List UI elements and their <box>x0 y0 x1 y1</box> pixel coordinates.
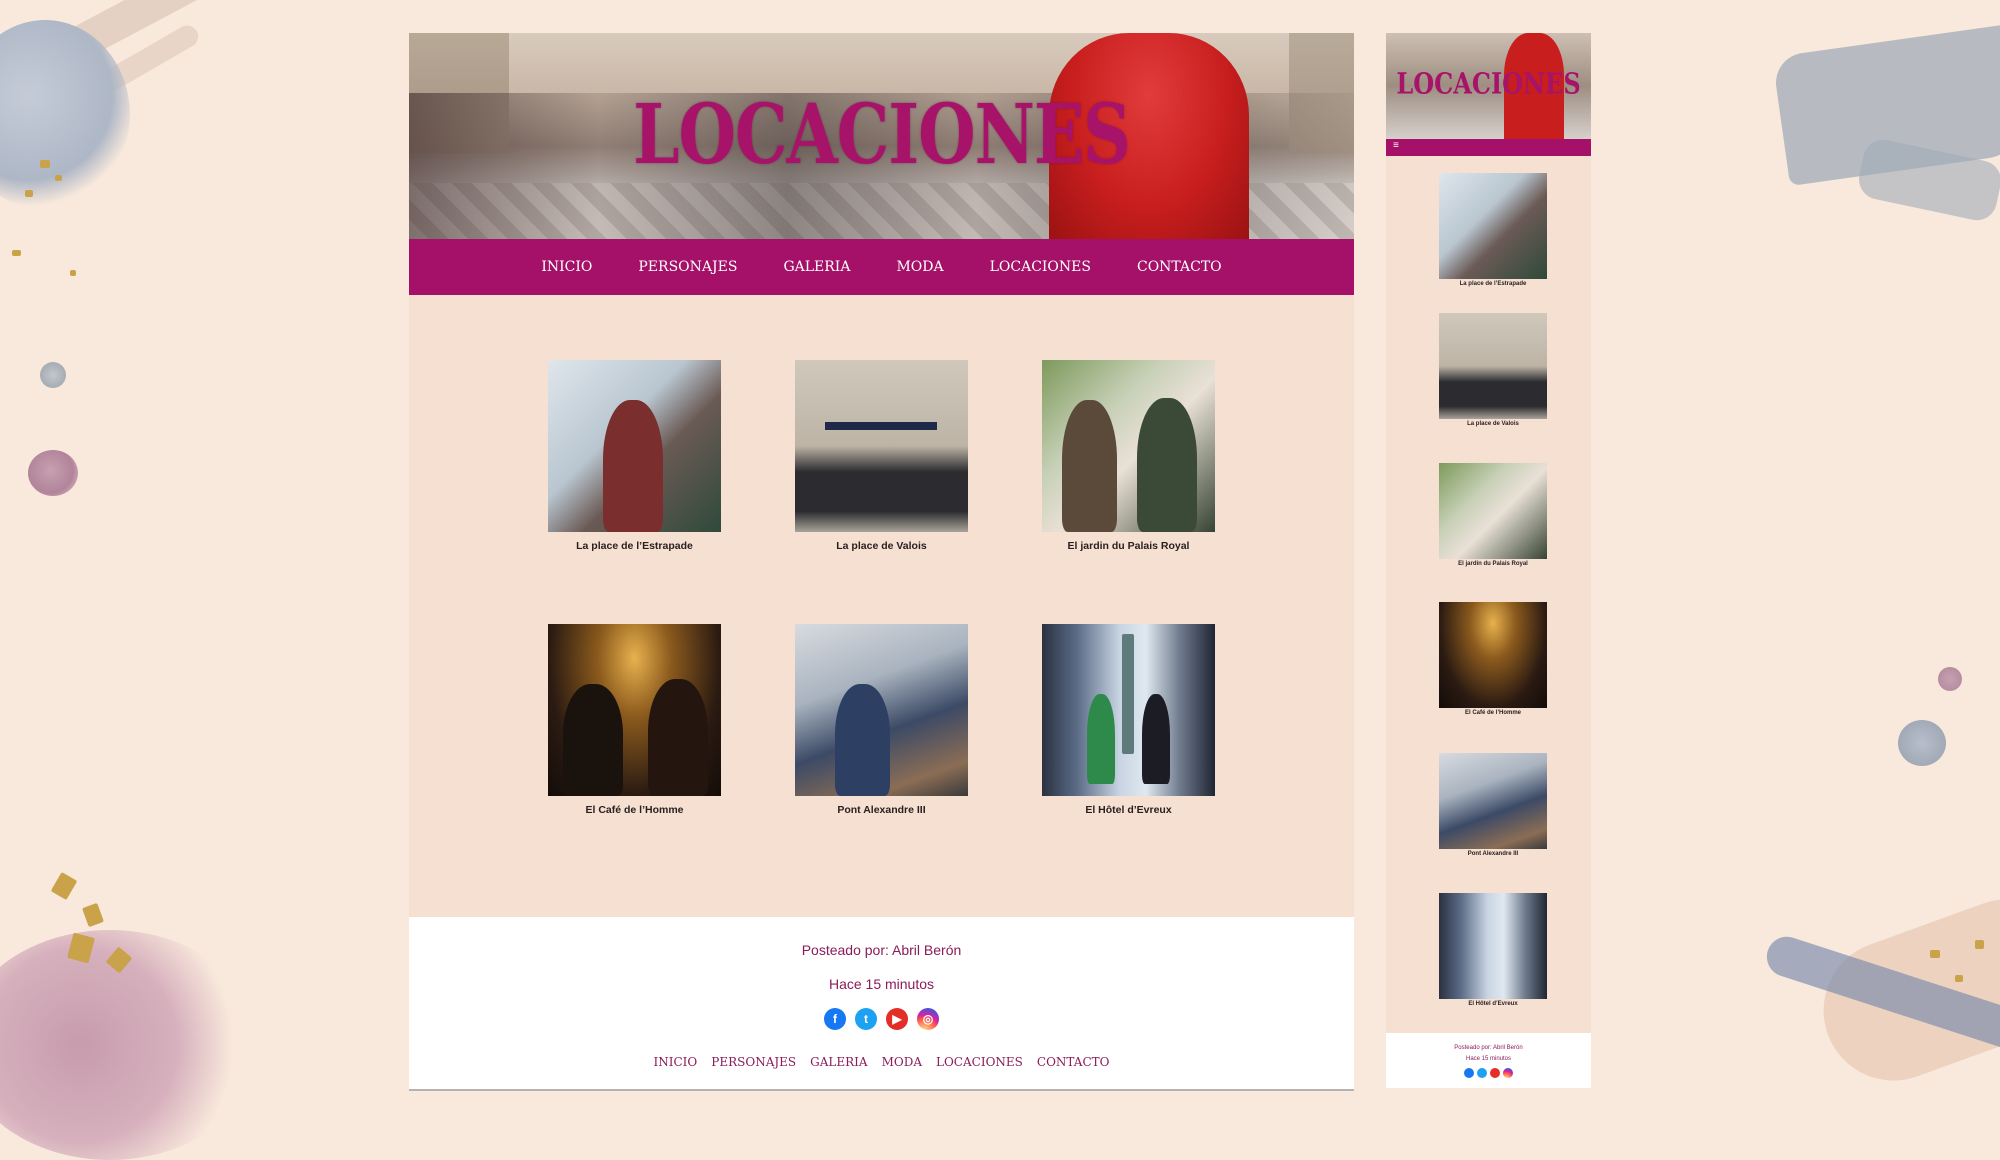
mobile-location-card[interactable]: El Hôtel d’Evreux <box>1439 893 1547 1007</box>
social-links <box>1386 1068 1591 1078</box>
decorative-gold-fleck <box>50 871 78 901</box>
post-time: Hace 15 minutos <box>1465 1056 1512 1062</box>
decorative-gold-fleck <box>55 175 62 181</box>
footer-nav: INICIO PERSONAJES GALERIA MODA LOCACIONE… <box>409 1055 1354 1069</box>
footer-nav-galeria[interactable]: GALERIA <box>810 1055 867 1069</box>
location-photo[interactable] <box>1439 602 1547 708</box>
footer-nav-contacto[interactable]: CONTACTO <box>1037 1055 1110 1069</box>
location-caption: El Hôtel d’Evreux <box>1085 804 1172 816</box>
twitter-icon[interactable] <box>1477 1068 1487 1078</box>
nav-item-locaciones[interactable]: LOCACIONES <box>990 259 1091 275</box>
mobile-footer: Posteado por: Abril Berón Hace 15 minuto… <box>1386 1033 1591 1088</box>
location-caption: La place de l’Estrapade <box>576 540 693 552</box>
nav-item-moda[interactable]: MODA <box>896 259 943 275</box>
location-photo[interactable] <box>795 624 968 796</box>
location-caption: La place de l’Estrapade <box>1459 281 1527 287</box>
main-nav: INICIO PERSONAJES GALERIA MODA LOCACIONE… <box>409 239 1354 295</box>
nav-item-contacto[interactable]: CONTACTO <box>1137 259 1222 275</box>
mobile-hero-banner: LOCACIONES <box>1386 33 1591 139</box>
location-caption: El Hôtel d’Evreux <box>1468 1001 1518 1007</box>
location-photo[interactable] <box>1042 360 1215 532</box>
posted-by: Posteado por: Abril Berón <box>1454 1045 1523 1051</box>
mobile-nav-bar: ≡ <box>1386 139 1591 156</box>
mobile-location-card[interactable]: La place de Valois <box>1439 313 1547 427</box>
location-caption: La place de Valois <box>1467 421 1519 427</box>
social-links: f t ▶ ◎ <box>409 1008 1354 1030</box>
location-caption: La place de Valois <box>836 540 927 552</box>
location-photo[interactable] <box>1439 463 1547 559</box>
location-caption: Pont Alexandre III <box>837 804 926 816</box>
decorative-gold-fleck <box>82 902 104 928</box>
decorative-gold-fleck <box>1955 975 1963 982</box>
decorative-gold-fleck <box>25 190 33 197</box>
location-card[interactable]: El Hôtel d’Evreux <box>1042 624 1215 816</box>
location-photo[interactable] <box>1042 624 1215 796</box>
location-caption: El jardin du Palais Royal <box>1067 540 1190 552</box>
location-card[interactable]: El jardin du Palais Royal <box>1042 360 1215 552</box>
decorative-dot <box>28 450 78 496</box>
youtube-icon[interactable]: ▶ <box>886 1008 908 1030</box>
hamburger-menu-icon[interactable]: ≡ <box>1393 140 1399 151</box>
decorative-dot <box>1898 720 1946 766</box>
location-caption: El Café de l’Homme <box>1464 710 1521 716</box>
decorative-watercolor-blob <box>0 930 260 1160</box>
location-card[interactable]: La place de Valois <box>795 360 968 552</box>
location-caption: Pont Alexandre III <box>1467 851 1519 857</box>
facebook-icon[interactable]: f <box>824 1008 846 1030</box>
location-photo[interactable] <box>548 360 721 532</box>
nav-item-personajes[interactable]: PERSONAJES <box>638 259 737 275</box>
mobile-location-card[interactable]: El jardin du Palais Royal <box>1439 463 1547 567</box>
location-photo[interactable] <box>548 624 721 796</box>
mobile-page-title: LOCACIONES <box>1396 66 1581 101</box>
decorative-gold-fleck <box>70 270 76 276</box>
footer-nav-locaciones[interactable]: LOCACIONES <box>936 1055 1023 1069</box>
location-caption: El jardin du Palais Royal <box>1458 561 1528 567</box>
decorative-gold-fleck <box>1930 950 1940 958</box>
location-photo[interactable] <box>1439 753 1547 849</box>
posted-by: Posteado por: Abril Berón <box>801 942 962 958</box>
footer-nav-inicio[interactable]: INICIO <box>654 1055 698 1069</box>
location-photo[interactable] <box>795 360 968 532</box>
post-time: Hace 15 minutos <box>828 976 935 992</box>
footer-divider <box>409 1089 1354 1091</box>
instagram-icon[interactable] <box>1503 1068 1513 1078</box>
mobile-preview: LOCACIONES ≡ La place de l’Estrapade La … <box>1386 33 1591 1088</box>
instagram-icon[interactable]: ◎ <box>917 1008 939 1030</box>
location-caption: El Café de l’Homme <box>585 804 684 816</box>
decorative-gold-fleck <box>12 250 21 256</box>
nav-item-galeria[interactable]: GALERIA <box>783 259 850 275</box>
youtube-icon[interactable] <box>1490 1068 1500 1078</box>
location-card[interactable]: Pont Alexandre III <box>795 624 968 816</box>
footer-nav-personajes[interactable]: PERSONAJES <box>711 1055 796 1069</box>
mobile-location-card[interactable]: La place de l’Estrapade <box>1439 173 1547 287</box>
twitter-icon[interactable]: t <box>855 1008 877 1030</box>
decorative-gold-fleck <box>1975 940 1984 949</box>
decorative-dot <box>1938 667 1962 691</box>
location-photo[interactable] <box>1439 173 1547 279</box>
mobile-location-card[interactable]: Pont Alexandre III <box>1439 753 1547 857</box>
facebook-icon[interactable] <box>1464 1068 1474 1078</box>
decorative-watercolor-blob <box>0 20 130 210</box>
nav-item-inicio[interactable]: INICIO <box>541 259 592 275</box>
hero-banner: LOCACIONES <box>409 33 1354 239</box>
location-card[interactable]: La place de l’Estrapade <box>548 360 721 552</box>
location-photo[interactable] <box>1439 893 1547 999</box>
footer-nav-moda[interactable]: MODA <box>882 1055 922 1069</box>
decorative-gold-fleck <box>40 160 50 168</box>
page-title: LOCACIONES <box>633 85 1131 183</box>
location-card[interactable]: El Café de l’Homme <box>548 624 721 816</box>
decorative-dot <box>40 362 66 388</box>
location-photo[interactable] <box>1439 313 1547 419</box>
desktop-page: LOCACIONES INICIO PERSONAJES GALERIA MOD… <box>409 33 1354 1091</box>
mobile-location-card[interactable]: El Café de l’Homme <box>1439 602 1547 716</box>
page-footer: Posteado por: Abril Berón Hace 15 minuto… <box>409 917 1354 1091</box>
